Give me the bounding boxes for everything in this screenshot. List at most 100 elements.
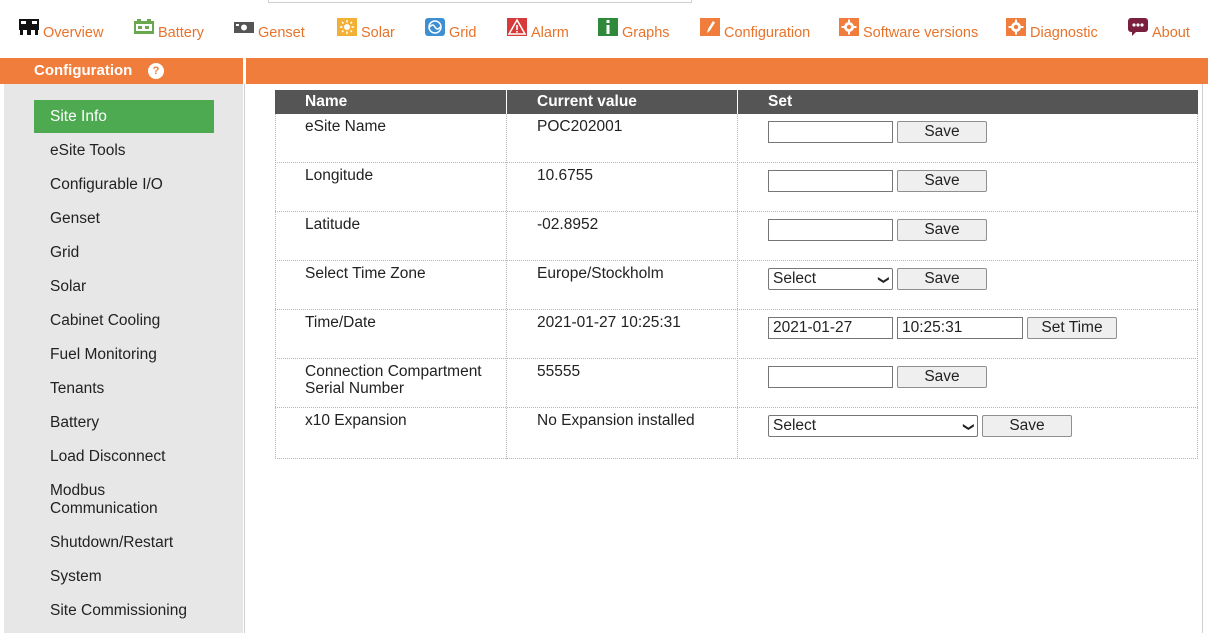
sidebar-item-shutdown-restart[interactable]: Shutdown/Restart [34,534,214,552]
save-button[interactable]: Save [897,366,987,388]
nav-solar[interactable]: Solar [336,18,395,42]
sidebar-item-label: Grid [50,244,80,261]
nav-battery[interactable]: Battery [133,18,204,42]
date-input[interactable]: 2021-01-27 [768,317,893,339]
sidebar-item-modbus-communication[interactable]: Modbus Communication [34,482,184,518]
nav-solar-label: Solar [361,25,395,41]
nav-software-versions[interactable]: Software versions [838,18,979,42]
gear-icon [838,18,859,36]
row-name: eSite Name [305,118,386,135]
row-name: Latitude [305,216,361,233]
time-zone-select[interactable]: Select ❯ [768,268,893,290]
sidebar-item-label: Cabinet Cooling [50,312,161,329]
time-input[interactable]: 10:25:31 [897,317,1023,339]
column-header-current-value: Current value [537,93,637,110]
save-button[interactable]: Save [897,219,987,241]
table-row: Select Time Zone Europe/Stockholm Select… [275,261,1198,310]
nav-about[interactable]: About [1127,18,1190,42]
nav-graphs[interactable]: Graphs [597,18,670,42]
battery-icon [133,18,154,36]
nav-alarm[interactable]: Alarm [506,18,569,42]
header-separator [737,90,738,114]
sidebar-item-grid[interactable]: Grid [34,244,214,262]
nav-configuration[interactable]: Configuration [699,18,810,42]
section-title: Configuration [34,62,133,79]
help-icon[interactable]: ? [148,63,164,79]
sidebar-item-fuel-monitoring[interactable]: Fuel Monitoring [34,346,214,364]
table-row: Connection Compartment Serial Number 555… [275,359,1198,408]
sidebar-item-label: Shutdown/Restart [50,534,174,551]
row-value: Europe/Stockholm [537,265,664,282]
row-name: Select Time Zone [305,265,426,282]
sidebar-item-label: Fuel Monitoring [50,346,157,363]
table-row: eSite Name POC202001 Save [275,114,1198,163]
column-header-set: Set [768,93,793,110]
row-value: -02.8952 [537,216,599,233]
sidebar-item-label: Battery [50,414,100,431]
column-header-name: Name [305,93,348,110]
sidebar-item-label: Tenants [50,380,105,397]
sidebar-item-tenants[interactable]: Tenants [34,380,214,398]
sidebar-item-site-info[interactable]: Site Info [34,100,214,133]
longitude-input[interactable] [768,170,893,192]
nav-frame [268,0,692,3]
nav-diagnostic[interactable]: Diagnostic [1005,18,1098,42]
sidebar-item-battery[interactable]: Battery [34,414,214,432]
save-button[interactable]: Save [982,415,1072,437]
sidebar-item-label: Genset [50,210,100,227]
sidebar-item-esite-tools[interactable]: eSite Tools [34,142,214,160]
nav-genset[interactable]: Genset [233,20,305,42]
table-header: Name Current value Set [275,90,1198,114]
esite-name-input[interactable] [768,121,893,143]
sidebar-item-solar[interactable]: Solar [34,278,214,296]
header-separator [506,90,507,114]
row-value: No Expansion installed [537,412,695,429]
nav-grid[interactable]: Grid [424,18,477,42]
row-name: x10 Expansion [305,412,407,429]
sidebar-item-label: Configurable I/O [50,176,163,193]
sidebar-item-configurable-io[interactable]: Configurable I/O [34,176,214,194]
sidebar-item-label: Load Disconnect [50,448,166,465]
nav-overview[interactable]: Overview [18,19,104,42]
nav-graphs-label: Graphs [622,25,670,41]
time-zone-select-value: Select [773,270,817,287]
expansion-select-value: Select [773,417,817,434]
row-value: POC202001 [537,118,623,135]
save-button[interactable]: Save [897,268,987,290]
table-row: Time/Date 2021-01-27 10:25:31 2021-01-27… [275,310,1198,359]
nav-overview-label: Overview [43,25,104,41]
sidebar-item-load-disconnect[interactable]: Load Disconnect [34,448,214,466]
content-left-border [244,84,245,633]
set-time-button[interactable]: Set Time [1027,317,1117,339]
sidebar-item-system[interactable]: System [34,568,214,586]
sidebar-item-genset[interactable]: Genset [34,210,214,228]
sidebar-item-label: eSite Tools [50,142,126,159]
sidebar-item-label: Site Commissioning [50,602,187,619]
save-button[interactable]: Save [897,121,987,143]
sidebar-item-label: Site Info [50,108,107,125]
nav-diagnostic-label: Diagnostic [1030,25,1098,41]
latitude-input[interactable] [768,219,893,241]
expansion-select[interactable]: Select ❯ [768,415,978,437]
top-navigation: Overview Battery Genset Solar Grid Alarm [0,0,1208,58]
nav-software-versions-label: Software versions [863,25,979,41]
sidebar-item-cabinet-cooling[interactable]: Cabinet Cooling [34,312,214,330]
sidebar-item-site-commissioning[interactable]: Site Commissioning [34,602,214,620]
sidebar-item-label: Modbus Communication [50,482,158,517]
sidebar-item-label: Solar [50,278,87,295]
save-button[interactable]: Save [897,170,987,192]
nav-genset-label: Genset [258,25,305,41]
row-value: 2021-01-27 10:25:31 [537,314,681,331]
row-value: 55555 [537,363,581,380]
nav-grid-label: Grid [449,25,477,41]
solar-icon [336,18,357,36]
chevron-down-icon: ❯ [877,275,890,285]
row-value: 10.6755 [537,167,594,184]
row-name: Longitude [305,167,374,184]
genset-icon [233,18,254,36]
serial-number-input[interactable] [768,366,893,388]
table-row: Latitude -02.8952 Save [275,212,1198,261]
info-icon [597,18,618,36]
pencil-icon [699,18,720,36]
nav-about-label: About [1152,25,1190,41]
